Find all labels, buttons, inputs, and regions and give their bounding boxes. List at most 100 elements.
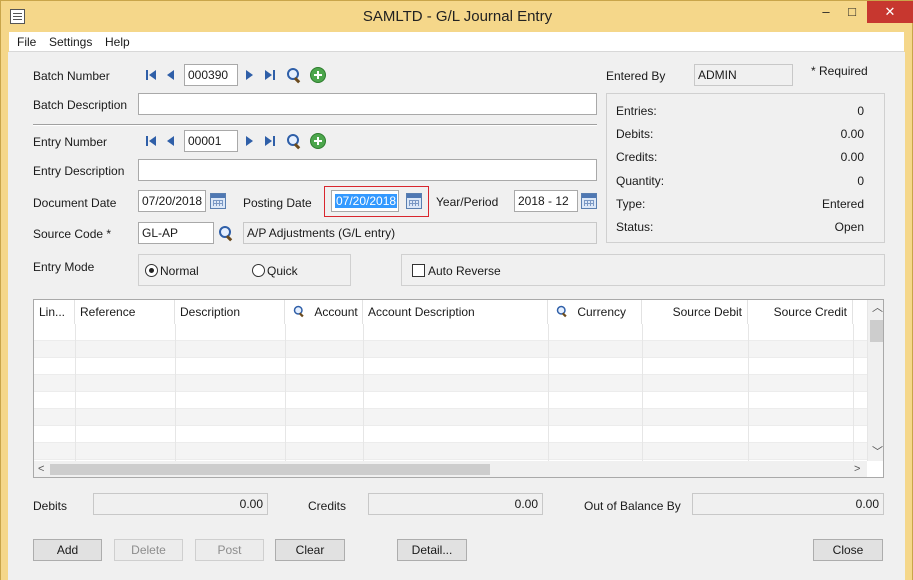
grid-row[interactable] (34, 341, 867, 358)
first-batch-icon[interactable] (145, 69, 157, 81)
auto-reverse-checkbox[interactable] (412, 264, 425, 277)
close-window-button[interactable]: ✕ (867, 1, 913, 23)
minimize-button[interactable]: – (813, 1, 839, 23)
summary-debits-label: Debits: (616, 127, 654, 141)
window-title: SAMLTD - G/L Journal Entry (362, 8, 553, 25)
section-divider (33, 124, 597, 126)
year-period-calendar-icon[interactable] (581, 193, 597, 209)
menu-help[interactable]: Help (105, 35, 130, 49)
vertical-scroll-thumb[interactable] (870, 320, 883, 342)
post-button[interactable]: Post (195, 539, 264, 561)
next-batch-icon[interactable] (244, 69, 256, 81)
column-header-description[interactable]: Description (175, 300, 285, 324)
source-code-label: Source Code * (33, 227, 112, 241)
maximize-button[interactable]: □ (839, 1, 865, 23)
entry-mode-quick-label[interactable]: Quick (267, 264, 298, 278)
posting-date-calendar-icon[interactable] (406, 193, 422, 209)
column-header-source-debit[interactable]: Source Debit (642, 300, 748, 324)
grid-row[interactable] (34, 324, 867, 341)
scroll-down-icon[interactable]: ﹀ (872, 447, 883, 458)
grid-row[interactable] (34, 443, 867, 460)
first-entry-icon[interactable] (145, 135, 157, 147)
grid-column-divider (748, 324, 749, 461)
previous-batch-icon[interactable] (164, 69, 176, 81)
source-code-input[interactable]: GL-AP (138, 222, 214, 244)
account-finder-icon[interactable] (293, 305, 305, 317)
grid-row[interactable] (34, 358, 867, 375)
entry-description-input[interactable] (138, 159, 597, 181)
scroll-up-icon[interactable]: ︿ (872, 303, 883, 314)
grid-row[interactable] (34, 392, 867, 409)
entry-mode-quick-radio[interactable] (252, 264, 265, 277)
menu-file[interactable]: File (17, 35, 36, 49)
document-date-input[interactable]: 07/20/2018 (138, 190, 206, 212)
entry-number-input[interactable]: 00001 (184, 130, 238, 152)
grid-horizontal-scrollbar[interactable]: < > (34, 461, 867, 477)
summary-entries-value: 0 (857, 104, 864, 118)
batch-description-label: Batch Description (33, 98, 128, 112)
summary-quantity-value: 0 (857, 174, 864, 188)
detail-button[interactable]: Detail... (397, 539, 467, 561)
out-of-balance-value: 0.00 (692, 493, 884, 515)
clear-button[interactable]: Clear (275, 539, 345, 561)
new-batch-icon[interactable] (310, 67, 326, 83)
document-date-calendar-icon[interactable] (210, 193, 226, 209)
grid-column-divider (285, 324, 286, 461)
batch-number-label: Batch Number (33, 69, 110, 83)
summary-debits-value: 0.00 (840, 127, 864, 141)
journal-detail-grid[interactable]: Lin... Reference Description Account Acc… (33, 299, 884, 478)
entered-by-label: Entered By (606, 69, 666, 83)
menu-settings[interactable]: Settings (49, 35, 92, 49)
summary-quantity-label: Quantity: (616, 174, 665, 188)
required-legend: * Required (811, 64, 868, 78)
posting-date-input[interactable]: 07/20/2018 (331, 190, 399, 212)
summary-status-label: Status: (616, 220, 654, 234)
currency-finder-icon[interactable] (556, 305, 568, 317)
year-period-label: Year/Period (436, 195, 499, 209)
scroll-left-icon[interactable]: < (38, 464, 44, 475)
entry-mode-normal-radio[interactable] (145, 264, 158, 277)
next-entry-icon[interactable] (244, 135, 256, 147)
grid-row[interactable] (34, 426, 867, 443)
scroll-right-icon[interactable]: > (854, 464, 860, 475)
window-frame-left (0, 52, 8, 580)
add-button[interactable]: Add (33, 539, 102, 561)
column-header-reference[interactable]: Reference (75, 300, 175, 324)
column-header-currency[interactable]: Currency (548, 300, 642, 324)
batch-number-input[interactable]: 000390 (184, 64, 238, 86)
auto-reverse-label[interactable]: Auto Reverse (428, 264, 501, 278)
last-entry-icon[interactable] (264, 135, 276, 147)
source-code-finder-icon[interactable] (218, 225, 234, 241)
window-frame-right (905, 52, 913, 580)
horizontal-scroll-thumb[interactable] (50, 464, 490, 475)
previous-entry-icon[interactable] (164, 135, 176, 147)
batch-description-input[interactable] (138, 93, 597, 115)
column-header-currency-label: Currency (577, 305, 627, 319)
delete-button[interactable]: Delete (114, 539, 183, 561)
grid-row[interactable] (34, 409, 867, 426)
column-header-source-credit[interactable]: Source Credit (748, 300, 853, 324)
last-batch-icon[interactable] (264, 69, 276, 81)
column-header-account[interactable]: Account (285, 300, 363, 324)
close-button[interactable]: Close (813, 539, 883, 561)
new-entry-icon[interactable] (310, 133, 326, 149)
year-period-input[interactable]: 2018 - 12 (514, 190, 578, 212)
summary-credits-label: Credits: (616, 150, 658, 164)
column-header-account-label: Account (314, 305, 358, 319)
column-header-account-description[interactable]: Account Description (363, 300, 548, 324)
total-debits-label: Debits (33, 499, 68, 513)
source-code-description: A/P Adjustments (G/L entry) (243, 222, 597, 244)
total-credits-value: 0.00 (368, 493, 543, 515)
grid-row[interactable] (34, 375, 867, 392)
grid-column-divider (363, 324, 364, 461)
title-bar: SAMLTD - G/L Journal Entry – □ ✕ (0, 0, 913, 32)
grid-column-divider (75, 324, 76, 461)
grid-column-divider (642, 324, 643, 461)
grid-column-divider (853, 324, 854, 461)
entry-mode-normal-label[interactable]: Normal (160, 264, 199, 278)
column-header-line[interactable]: Lin... (34, 300, 75, 324)
entry-finder-icon[interactable] (286, 133, 302, 149)
summary-status-value: Open (834, 220, 864, 234)
batch-finder-icon[interactable] (286, 67, 302, 83)
grid-vertical-scrollbar[interactable]: ︿ ﹀ (867, 300, 883, 461)
